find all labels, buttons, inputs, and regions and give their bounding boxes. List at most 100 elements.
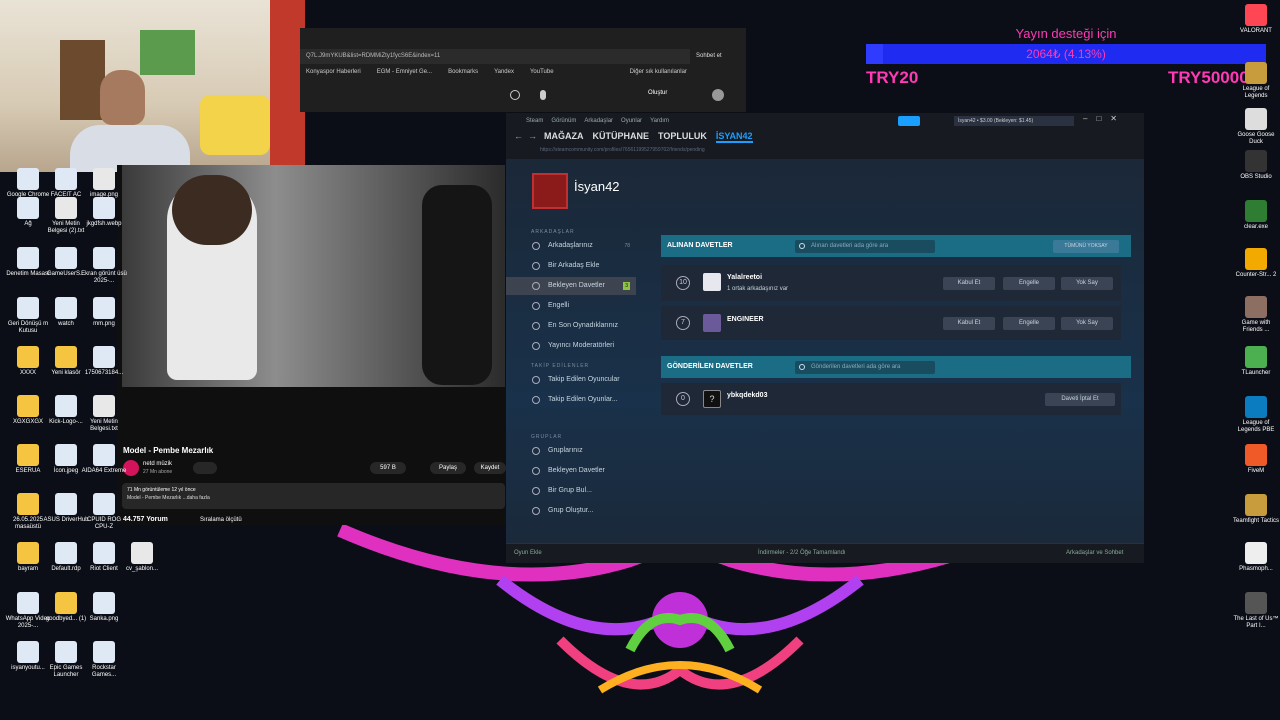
block-button[interactable]: Engelle	[1003, 317, 1055, 330]
desktop-icon[interactable]: VALORANT	[1232, 4, 1280, 35]
desktop-icon[interactable]: Game with Friends ...	[1232, 296, 1280, 334]
invite-avatar[interactable]	[703, 314, 721, 332]
accept-button[interactable]: Kabul Et	[943, 277, 995, 290]
account-button[interactable]: İsyan42 • $3.00 (Bekleyen: $1.45)	[954, 116, 1074, 126]
sidebar-item[interactable]: Takip Edilen Oyuncular	[506, 371, 636, 389]
sidebar-item[interactable]: Bekleyen Davetler 3	[506, 277, 636, 295]
desktop-icon[interactable]: CPUID ROG CPU-Z	[80, 493, 128, 531]
desktop-icon[interactable]: League of Legends PBE	[1232, 396, 1280, 434]
chat-button[interactable]: Sohbet et	[696, 50, 742, 63]
desktop-icon[interactable]: AIDA64 Extreme	[80, 444, 128, 475]
invite-name[interactable]: Yalalreetoi	[727, 274, 762, 281]
desktop-icon[interactable]: The Last of Us™ Part I...	[1232, 592, 1280, 630]
bookmark-item[interactable]: Yandex	[494, 69, 514, 81]
sidebar-item[interactable]: Gruplarınız	[506, 442, 636, 460]
desktop-icon[interactable]: clear.exe	[1232, 200, 1280, 231]
sidebar-icon	[532, 242, 540, 250]
invite-name[interactable]: ENGINEER	[727, 316, 764, 323]
invite-avatar[interactable]	[703, 273, 721, 291]
desktop-icon[interactable]: Sanka.png	[80, 592, 128, 623]
sidebar-item[interactable]: En Son Oynadıklarınız	[506, 317, 636, 335]
desktop-icon[interactable]: Counter-Str... 2	[1232, 248, 1280, 279]
desktop-icon[interactable]: OBS Studio	[1232, 150, 1280, 181]
sidebar-icon	[532, 302, 540, 310]
nav-store[interactable]: MAĞAZA	[544, 131, 584, 143]
menu-item[interactable]: Yardım	[650, 118, 669, 129]
back-icon[interactable]: ←	[514, 131, 523, 141]
sort-button[interactable]: Sıralama ölçütü	[200, 517, 242, 523]
sidebar-item[interactable]: Grup Oluştur...	[506, 502, 636, 520]
desktop-icon[interactable]: League of Legends	[1232, 62, 1280, 100]
like-button[interactable]: 597 B	[370, 462, 406, 474]
sidebar-item[interactable]: Engelli	[506, 297, 636, 315]
address-bar[interactable]: Q7L.J9mYKUB&list=RDMMiZty1fycS6E&index=1…	[300, 49, 690, 64]
wall-painting	[140, 30, 195, 75]
app-icon	[1245, 444, 1267, 466]
add-game-button[interactable]: Oyun Ekle	[514, 550, 542, 556]
desktop-icon[interactable]: jkgdfsh.webp	[80, 197, 128, 228]
sent-search[interactable]: Gönderilen davetleri ada göre ara	[795, 361, 935, 374]
cancel-invite-button[interactable]: Daveti İptal Et	[1045, 393, 1115, 406]
desktop-icon[interactable]: 1750673184...	[80, 346, 128, 377]
video-player[interactable]	[122, 165, 505, 387]
mic-icon[interactable]	[540, 90, 546, 100]
friends-chat-button[interactable]: Arkadaşlar ve Sohbet	[1066, 550, 1123, 556]
sidebar-item[interactable]: Yayıncı Moderatörleri	[506, 337, 636, 355]
sidebar-item[interactable]: Arkadaşlarınız 78	[506, 237, 636, 255]
bookmark-item[interactable]: Bookmarks	[448, 69, 478, 81]
bell-icon[interactable]	[193, 462, 217, 474]
menu-item[interactable]: Oyunlar	[621, 118, 642, 129]
nav-community[interactable]: TOPLULUK	[658, 131, 707, 143]
create-button[interactable]: Oluştur	[648, 90, 667, 96]
desktop-icon[interactable]: TLauncher	[1232, 346, 1280, 377]
menu-item[interactable]: Steam	[526, 118, 543, 129]
profile-avatar[interactable]	[532, 173, 568, 209]
nav-library[interactable]: KÜTÜPHANE	[593, 131, 650, 143]
ignore-button[interactable]: Yok Say	[1061, 277, 1113, 290]
desktop-icon[interactable]: Yeni Metin Belgesi.txt	[80, 395, 128, 433]
description-box[interactable]: 71 Mn görüntüleme 12 yıl önce Model - Pe…	[122, 483, 505, 509]
unknown-avatar-icon[interactable]: ?	[703, 390, 721, 408]
desktop-icon[interactable]: mm.png	[80, 297, 128, 328]
save-button[interactable]: Kaydet	[474, 462, 506, 474]
received-search[interactable]: Alınan davetleri ada göre ara	[795, 240, 935, 253]
desktop-icon[interactable]: Ekran görünt üsü 2025-...	[80, 247, 128, 285]
close-icon[interactable]: ✕	[1110, 114, 1117, 123]
bookmark-item[interactable]: EGM - Emniyet Ge...	[377, 69, 432, 81]
downloads-status[interactable]: İndirmeler - 2/2 Öğe Tamamlandı	[758, 550, 846, 556]
desktop-icon[interactable]: Teamfight Tactics	[1232, 494, 1280, 525]
ignore-button[interactable]: Yok Say	[1061, 317, 1113, 330]
sidebar-item[interactable]: Takip Edilen Oyunlar...	[506, 391, 636, 409]
desktop-icon-label: Phasmoph...	[1239, 566, 1273, 572]
broadcast-icon[interactable]	[898, 116, 920, 126]
maximize-icon[interactable]: □	[1096, 114, 1101, 123]
sent-name[interactable]: ybkqdekd03	[727, 392, 767, 399]
file-icon	[55, 247, 77, 269]
menu-item[interactable]: Arkadaşlar	[584, 118, 613, 129]
bookmark-item[interactable]: Konyaspor Haberleri	[306, 69, 361, 81]
profile-name: İsyan42	[574, 179, 620, 194]
minimize-icon[interactable]: –	[1083, 114, 1087, 123]
level-badge: 10	[676, 276, 690, 290]
sidebar-item[interactable]: Bir Arkadaş Ekle	[506, 257, 636, 275]
forward-icon[interactable]: →	[528, 131, 537, 141]
accept-button[interactable]: Kabul Et	[943, 317, 995, 330]
bookmark-item[interactable]: YouTube	[530, 69, 554, 81]
desktop-icon[interactable]: Goose Goose Duck	[1232, 108, 1280, 146]
menu-item[interactable]: Görünüm	[551, 118, 576, 129]
search-icon[interactable]	[510, 90, 520, 100]
share-button[interactable]: Paylaş	[430, 462, 466, 474]
block-button[interactable]: Engelle	[1003, 277, 1055, 290]
desktop-icon[interactable]: image.png	[80, 168, 128, 199]
sidebar-item[interactable]: Bir Grup Bul...	[506, 482, 636, 500]
avatar[interactable]	[712, 89, 724, 101]
nav-profile[interactable]: İSYAN42	[715, 131, 753, 143]
channel-name[interactable]: netd müzik	[143, 461, 172, 467]
sidebar-item[interactable]: Bekleyen Davetler	[506, 462, 636, 480]
desktop-icon[interactable]: Phasmoph...	[1232, 542, 1280, 573]
desktop-icon[interactable]: Rockstar Games...	[80, 641, 128, 679]
ignore-all-button[interactable]: TÜMÜNÜ YOKSAY	[1053, 240, 1119, 253]
desktop-icon[interactable]: cv_şablon...	[118, 542, 166, 573]
desktop-icon[interactable]: FiveM	[1232, 444, 1280, 475]
other-bookmarks[interactable]: Diğer sık kullanılanlar	[630, 69, 687, 81]
